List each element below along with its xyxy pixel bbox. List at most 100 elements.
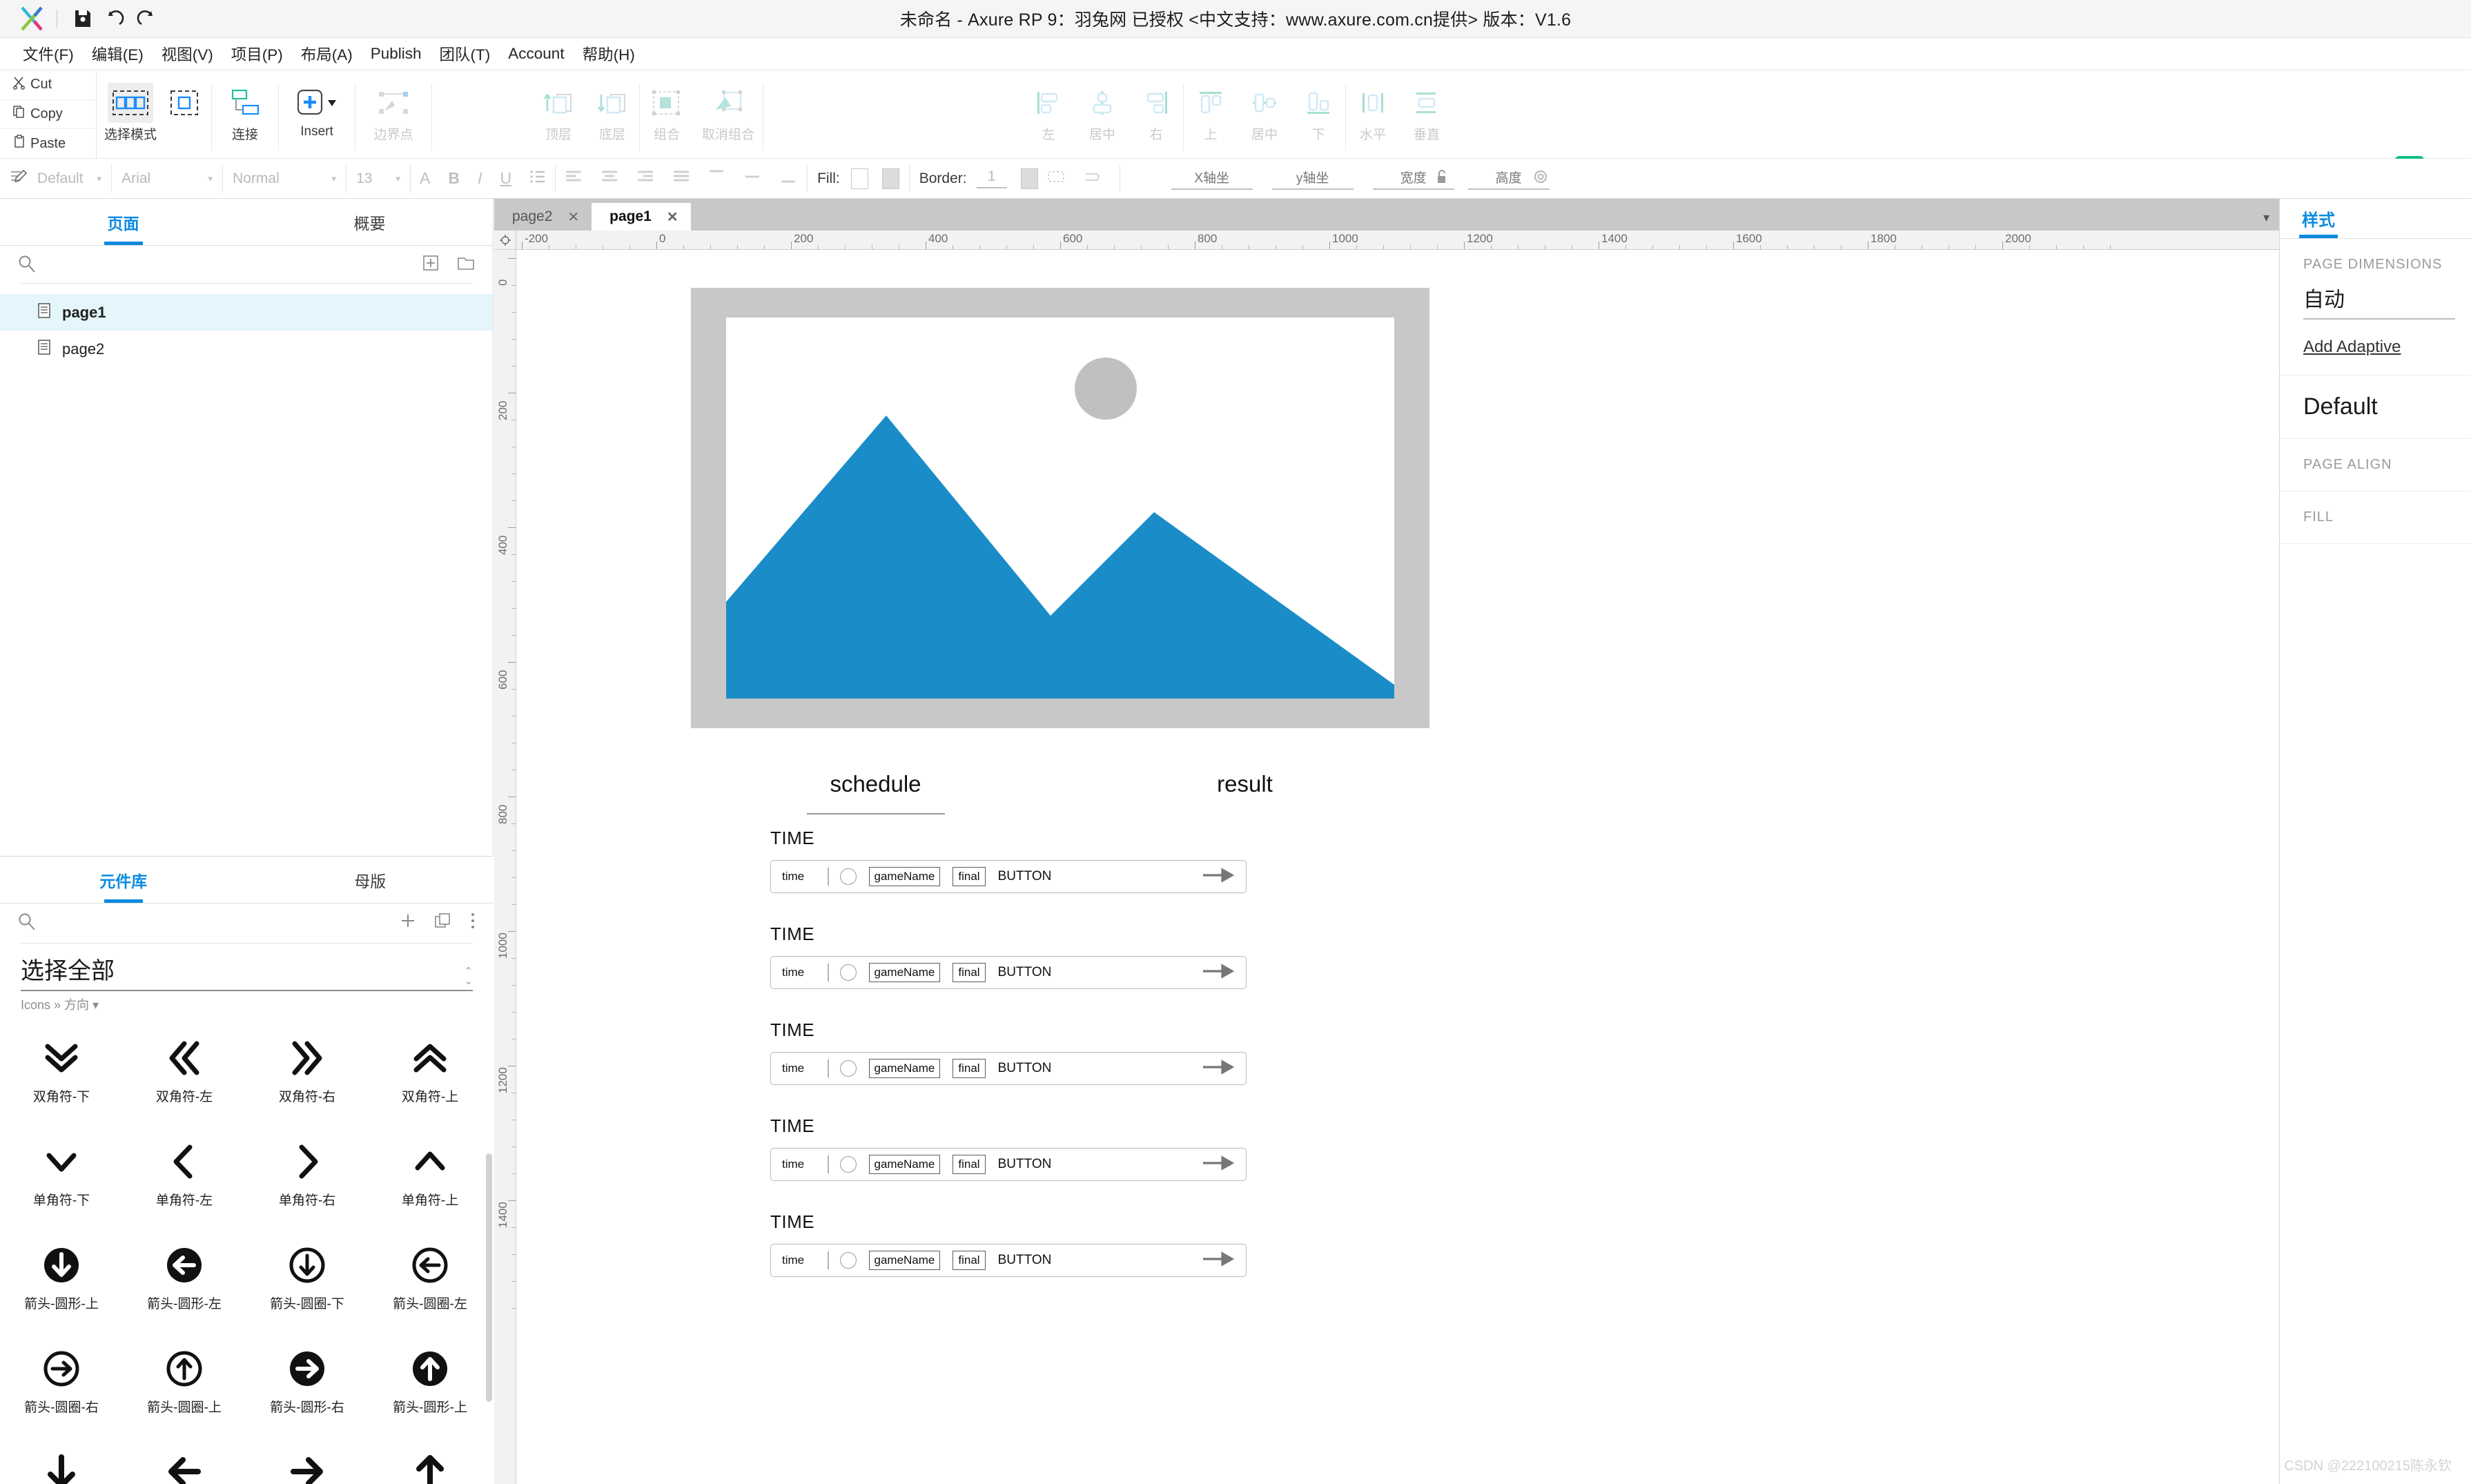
add-adaptive-link[interactable]: Add Adaptive xyxy=(2303,338,2471,357)
library-selector[interactable]: 选择全部 ⌃ ⌄ xyxy=(0,942,494,986)
align-top-button[interactable]: 上 xyxy=(1184,75,1238,143)
library-icon-item[interactable]: 箭头-圆圈-下 xyxy=(246,1231,369,1335)
hero-image-placeholder[interactable] xyxy=(691,288,1429,728)
library-icon-item[interactable]: 双角符-上 xyxy=(369,1024,491,1128)
schedule-row-card[interactable]: time gameName final BUTTON xyxy=(770,1052,1247,1085)
library-icon-item[interactable]: 单角符-下 xyxy=(0,1128,123,1231)
library-icon-item[interactable] xyxy=(123,1438,246,1484)
connect-button[interactable]: 连接 xyxy=(212,75,278,143)
contain-mode-button[interactable] xyxy=(157,75,211,124)
lock-icon[interactable] xyxy=(1435,169,1449,188)
paste-button[interactable]: Paste xyxy=(0,129,96,159)
menu-view[interactable]: 视图(V) xyxy=(153,43,222,65)
border-width-value[interactable]: 1 xyxy=(976,168,1007,188)
font-picker[interactable]: Arial ▾ xyxy=(112,159,222,199)
align-center-h-button[interactable]: 居中 xyxy=(1075,75,1129,143)
align-text-bottom-icon[interactable] xyxy=(771,169,807,188)
library-icon-item[interactable]: 单角符-上 xyxy=(369,1128,491,1231)
chevron-updown-icon[interactable]: ⌃ ⌄ xyxy=(464,966,473,986)
library-icon-item[interactable]: 箭头-圆形-右 xyxy=(246,1335,369,1438)
library-more-icon[interactable] xyxy=(470,912,476,935)
align-text-justify-icon[interactable] xyxy=(663,169,699,188)
align-text-top-icon[interactable] xyxy=(699,169,735,188)
add-library-icon[interactable] xyxy=(400,912,416,934)
row-button-label[interactable]: BUTTON xyxy=(998,869,1052,884)
canvas-tab-page1[interactable]: page1 ✕ xyxy=(592,203,691,231)
tab-libraries[interactable]: 元件库 xyxy=(0,857,247,903)
library-icon-item[interactable]: 双角符-下 xyxy=(0,1024,123,1128)
align-text-left-icon[interactable] xyxy=(556,169,592,188)
align-text-middle-icon[interactable] xyxy=(735,169,771,188)
schedule-row-card[interactable]: time gameName final BUTTON xyxy=(770,956,1247,989)
add-folder-icon[interactable] xyxy=(457,255,475,276)
schedule-row-card[interactable]: time gameName final BUTTON xyxy=(770,1244,1247,1277)
library-icon-item[interactable]: 单角符-右 xyxy=(246,1128,369,1231)
x-coordinate-field[interactable]: X轴坐 xyxy=(1162,159,1262,199)
library-icon-item[interactable] xyxy=(0,1438,123,1484)
mockup-tab-result[interactable]: result xyxy=(1060,771,1429,797)
page-item-page1[interactable]: page1 xyxy=(0,294,493,331)
selection-mode-button[interactable]: 选择模式 xyxy=(104,75,157,143)
fill-swatch-gradient[interactable] xyxy=(881,168,899,189)
height-field[interactable]: 高度 xyxy=(1458,159,1558,199)
fill-control[interactable]: Fill: xyxy=(808,159,909,199)
send-to-back-button[interactable]: 底层 xyxy=(585,75,639,143)
tab-masters[interactable]: 母版 xyxy=(247,857,494,903)
library-icon-item[interactable]: 箭头-圆圈-左 xyxy=(369,1231,491,1335)
library-icon-item[interactable]: 双角符-右 xyxy=(246,1024,369,1128)
y-coordinate-field[interactable]: y轴坐 xyxy=(1262,159,1363,199)
mockup-tab-schedule[interactable]: schedule xyxy=(691,771,1060,797)
tab-style[interactable]: 样式 xyxy=(2280,199,2357,238)
align-text-right-icon[interactable] xyxy=(627,169,663,188)
row-button-label[interactable]: BUTTON xyxy=(998,1157,1052,1172)
close-icon[interactable]: ✕ xyxy=(567,208,579,226)
tab-pages[interactable]: 页面 xyxy=(0,199,246,245)
arrow-right-icon[interactable] xyxy=(1202,1251,1235,1270)
library-icon-item[interactable] xyxy=(369,1438,491,1484)
underline-icon[interactable]: U xyxy=(491,169,520,188)
style-picker[interactable]: Default ▾ xyxy=(0,159,111,199)
library-icon-item[interactable] xyxy=(246,1438,369,1484)
chevron-down-icon[interactable]: ▾ xyxy=(208,173,213,184)
row-button-label[interactable]: BUTTON xyxy=(998,965,1052,980)
library-icon-item[interactable]: 箭头-圆形-左 xyxy=(123,1231,246,1335)
distribute-horizontal-button[interactable]: 水平 xyxy=(1346,75,1400,143)
group-button[interactable]: 组合 xyxy=(640,75,694,143)
tab-outline[interactable]: 概要 xyxy=(246,199,493,245)
font-color-icon[interactable]: A xyxy=(411,169,439,188)
arrow-right-icon[interactable] xyxy=(1202,963,1235,982)
align-left-button[interactable]: 左 xyxy=(1022,75,1075,143)
distribute-vertical-button[interactable]: 垂直 xyxy=(1400,75,1454,143)
border-style-icon[interactable] xyxy=(1038,169,1074,188)
chevron-down-icon[interactable]: ▾ xyxy=(332,173,337,184)
chevron-down-icon[interactable]: ▾ xyxy=(396,173,401,184)
arrow-right-icon[interactable] xyxy=(1202,1059,1235,1078)
bullet-list-icon[interactable] xyxy=(520,169,555,188)
library-icon-item[interactable]: 单角符-左 xyxy=(123,1128,246,1231)
weight-picker[interactable]: Normal ▾ xyxy=(223,159,346,199)
menu-layout[interactable]: 布局(A) xyxy=(292,43,362,65)
arrow-style-icon[interactable] xyxy=(1074,169,1110,188)
font-size-picker[interactable]: 13 ▾ xyxy=(346,159,410,199)
library-icon-item[interactable]: 箭头-圆形-上 xyxy=(0,1231,123,1335)
add-page-icon[interactable] xyxy=(422,255,439,276)
close-icon[interactable]: ✕ xyxy=(667,208,678,226)
menu-account[interactable]: Account xyxy=(499,45,573,63)
align-text-center-icon[interactable] xyxy=(592,169,627,188)
insert-button[interactable]: Insert xyxy=(279,75,355,139)
canvas-tab-page2[interactable]: page2 ✕ xyxy=(494,203,592,231)
library-icon-item[interactable]: 双角符-左 xyxy=(123,1024,246,1128)
search-icon[interactable] xyxy=(18,912,36,934)
fill-swatch-white[interactable] xyxy=(850,168,868,189)
search-icon[interactable] xyxy=(18,255,36,276)
schedule-row-card[interactable]: time gameName final BUTTON xyxy=(770,860,1247,893)
menu-publish[interactable]: Publish xyxy=(362,45,431,63)
arrow-right-icon[interactable] xyxy=(1202,867,1235,886)
boundary-point-button[interactable]: 边界点 xyxy=(355,75,431,143)
library-icon-item[interactable]: 箭头-圆形-上 xyxy=(369,1335,491,1438)
menu-help[interactable]: 帮助(H) xyxy=(574,43,644,65)
align-bottom-button[interactable]: 下 xyxy=(1291,75,1345,143)
menu-project[interactable]: 项目(P) xyxy=(222,43,292,65)
library-icon-item[interactable]: 箭头-圆圈-上 xyxy=(123,1335,246,1438)
border-color-swatch[interactable] xyxy=(1020,168,1038,189)
